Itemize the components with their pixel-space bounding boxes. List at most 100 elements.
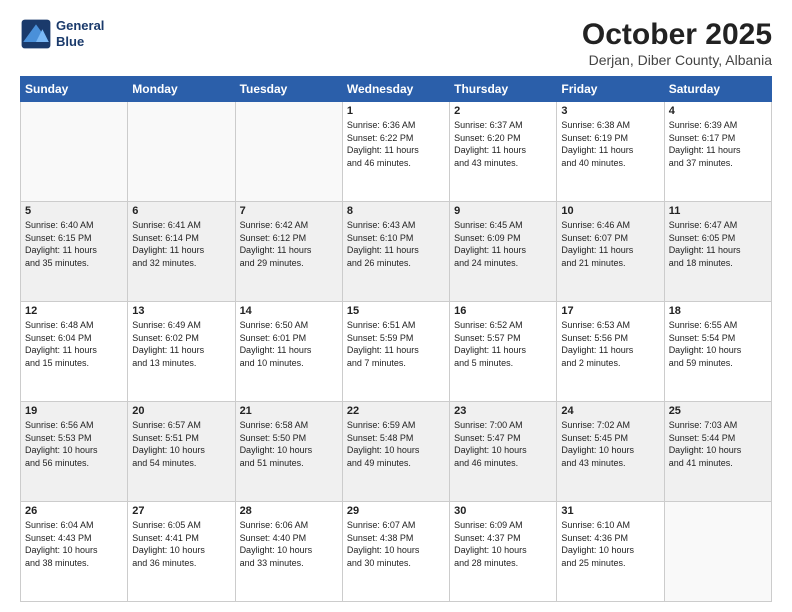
weekday-header-tuesday: Tuesday xyxy=(235,77,342,102)
day-number: 16 xyxy=(454,305,552,317)
calendar-cell xyxy=(235,102,342,202)
day-number: 31 xyxy=(561,505,659,517)
day-number: 26 xyxy=(25,505,123,517)
day-number: 28 xyxy=(240,505,338,517)
day-info: Sunrise: 6:45 AM Sunset: 6:09 PM Dayligh… xyxy=(454,219,552,269)
day-number: 10 xyxy=(561,205,659,217)
day-info: Sunrise: 6:47 AM Sunset: 6:05 PM Dayligh… xyxy=(669,219,767,269)
day-info: Sunrise: 7:03 AM Sunset: 5:44 PM Dayligh… xyxy=(669,419,767,469)
day-info: Sunrise: 6:10 AM Sunset: 4:36 PM Dayligh… xyxy=(561,519,659,569)
day-info: Sunrise: 6:49 AM Sunset: 6:02 PM Dayligh… xyxy=(132,319,230,369)
day-info: Sunrise: 6:40 AM Sunset: 6:15 PM Dayligh… xyxy=(25,219,123,269)
calendar-cell xyxy=(21,102,128,202)
day-info: Sunrise: 6:50 AM Sunset: 6:01 PM Dayligh… xyxy=(240,319,338,369)
day-number: 23 xyxy=(454,405,552,417)
day-info: Sunrise: 6:59 AM Sunset: 5:48 PM Dayligh… xyxy=(347,419,445,469)
day-number: 18 xyxy=(669,305,767,317)
calendar-cell: 8 Sunrise: 6:43 AM Sunset: 6:10 PM Daylig… xyxy=(342,202,449,302)
month-title: October 2025 xyxy=(582,18,772,52)
weekday-header-thursday: Thursday xyxy=(450,77,557,102)
calendar-cell: 26Sunrise: 6:04 AM Sunset: 4:43 PM Dayli… xyxy=(21,502,128,602)
calendar-cell: 2Sunrise: 6:37 AM Sunset: 6:20 PM Daylig… xyxy=(450,102,557,202)
calendar-cell: 16Sunrise: 6:52 AM Sunset: 5:57 PM Dayli… xyxy=(450,302,557,402)
day-info: Sunrise: 6:55 AM Sunset: 5:54 PM Dayligh… xyxy=(669,319,767,369)
day-info: Sunrise: 6:07 AM Sunset: 4:38 PM Dayligh… xyxy=(347,519,445,569)
weekday-header-friday: Friday xyxy=(557,77,664,102)
day-number: 13 xyxy=(132,305,230,317)
calendar-week-row: 12 Sunrise: 6:48 AM Sunset: 6:04 PM Dayli… xyxy=(21,302,772,402)
day-number: 27 xyxy=(132,505,230,517)
calendar-cell: 27 Sunrise: 6:05 AM Sunset: 4:41 PM Dayli… xyxy=(128,502,235,602)
calendar-cell: 4 Sunrise: 6:39 AM Sunset: 6:17 PM Daylig… xyxy=(664,102,771,202)
day-info: Sunrise: 6:46 AM Sunset: 6:07 PM Dayligh… xyxy=(561,219,659,269)
day-number: 15 xyxy=(347,305,445,317)
calendar-table: SundayMondayTuesdayWednesdayThursdayFrid… xyxy=(20,76,772,602)
calendar-cell: 23 Sunrise: 7:00 AM Sunset: 5:47 PM Dayli… xyxy=(450,402,557,502)
calendar-cell: 25 Sunrise: 7:03 AM Sunset: 5:44 PM Dayli… xyxy=(664,402,771,502)
weekday-header-monday: Monday xyxy=(128,77,235,102)
day-info: Sunrise: 6:42 AM Sunset: 6:12 PM Dayligh… xyxy=(240,219,338,269)
calendar-cell: 15 Sunrise: 6:51 AM Sunset: 5:59 PM Dayli… xyxy=(342,302,449,402)
calendar-week-row: 19 Sunrise: 6:56 AM Sunset: 5:53 PM Dayli… xyxy=(21,402,772,502)
day-number: 8 xyxy=(347,205,445,217)
calendar-cell: 20 Sunrise: 6:57 AM Sunset: 5:51 PM Dayli… xyxy=(128,402,235,502)
weekday-header-wednesday: Wednesday xyxy=(342,77,449,102)
location-title: Derjan, Diber County, Albania xyxy=(582,52,772,68)
calendar-week-row: 26Sunrise: 6:04 AM Sunset: 4:43 PM Dayli… xyxy=(21,502,772,602)
day-info: Sunrise: 6:58 AM Sunset: 5:50 PM Dayligh… xyxy=(240,419,338,469)
calendar-cell: 6 Sunrise: 6:41 AM Sunset: 6:14 PM Daylig… xyxy=(128,202,235,302)
day-number: 9 xyxy=(454,205,552,217)
day-info: Sunrise: 6:41 AM Sunset: 6:14 PM Dayligh… xyxy=(132,219,230,269)
day-info: Sunrise: 6:48 AM Sunset: 6:04 PM Dayligh… xyxy=(25,319,123,369)
calendar-cell: 28Sunrise: 6:06 AM Sunset: 4:40 PM Dayli… xyxy=(235,502,342,602)
header: General Blue October 2025 Derjan, Diber … xyxy=(20,18,772,68)
calendar-cell: 1Sunrise: 6:36 AM Sunset: 6:22 PM Daylig… xyxy=(342,102,449,202)
day-number: 7 xyxy=(240,205,338,217)
day-info: Sunrise: 6:57 AM Sunset: 5:51 PM Dayligh… xyxy=(132,419,230,469)
day-info: Sunrise: 6:51 AM Sunset: 5:59 PM Dayligh… xyxy=(347,319,445,369)
day-info: Sunrise: 7:02 AM Sunset: 5:45 PM Dayligh… xyxy=(561,419,659,469)
day-info: Sunrise: 6:38 AM Sunset: 6:19 PM Dayligh… xyxy=(561,119,659,169)
day-number: 30 xyxy=(454,505,552,517)
day-info: Sunrise: 7:00 AM Sunset: 5:47 PM Dayligh… xyxy=(454,419,552,469)
day-number: 19 xyxy=(25,405,123,417)
day-number: 22 xyxy=(347,405,445,417)
day-info: Sunrise: 6:39 AM Sunset: 6:17 PM Dayligh… xyxy=(669,119,767,169)
calendar-cell: 14 Sunrise: 6:50 AM Sunset: 6:01 PM Dayli… xyxy=(235,302,342,402)
day-number: 1 xyxy=(347,105,445,117)
day-number: 20 xyxy=(132,405,230,417)
calendar-cell: 19 Sunrise: 6:56 AM Sunset: 5:53 PM Dayli… xyxy=(21,402,128,502)
calendar-cell: 31 Sunrise: 6:10 AM Sunset: 4:36 PM Dayli… xyxy=(557,502,664,602)
day-info: Sunrise: 6:56 AM Sunset: 5:53 PM Dayligh… xyxy=(25,419,123,469)
calendar-cell: 10 Sunrise: 6:46 AM Sunset: 6:07 PM Dayli… xyxy=(557,202,664,302)
weekday-header-row: SundayMondayTuesdayWednesdayThursdayFrid… xyxy=(21,77,772,102)
day-number: 24 xyxy=(561,405,659,417)
logo: General Blue xyxy=(20,18,104,50)
calendar-cell: 18 Sunrise: 6:55 AM Sunset: 5:54 PM Dayli… xyxy=(664,302,771,402)
calendar-cell: 24 Sunrise: 7:02 AM Sunset: 5:45 PM Dayli… xyxy=(557,402,664,502)
calendar-cell xyxy=(664,502,771,602)
calendar-cell: 13 Sunrise: 6:49 AM Sunset: 6:02 PM Dayli… xyxy=(128,302,235,402)
calendar-cell: 3 Sunrise: 6:38 AM Sunset: 6:19 PM Daylig… xyxy=(557,102,664,202)
day-number: 11 xyxy=(669,205,767,217)
day-number: 3 xyxy=(561,105,659,117)
day-info: Sunrise: 6:05 AM Sunset: 4:41 PM Dayligh… xyxy=(132,519,230,569)
day-info: Sunrise: 6:09 AM Sunset: 4:37 PM Dayligh… xyxy=(454,519,552,569)
day-number: 29 xyxy=(347,505,445,517)
day-info: Sunrise: 6:43 AM Sunset: 6:10 PM Dayligh… xyxy=(347,219,445,269)
logo-icon xyxy=(20,18,52,50)
calendar-cell: 5Sunrise: 6:40 AM Sunset: 6:15 PM Daylig… xyxy=(21,202,128,302)
title-block: October 2025 Derjan, Diber County, Alban… xyxy=(582,18,772,68)
day-number: 14 xyxy=(240,305,338,317)
calendar-cell: 9 Sunrise: 6:45 AM Sunset: 6:09 PM Daylig… xyxy=(450,202,557,302)
day-number: 25 xyxy=(669,405,767,417)
day-number: 6 xyxy=(132,205,230,217)
calendar-cell: 30 Sunrise: 6:09 AM Sunset: 4:37 PM Dayli… xyxy=(450,502,557,602)
day-number: 12 xyxy=(25,305,123,317)
weekday-header-sunday: Sunday xyxy=(21,77,128,102)
day-number: 21 xyxy=(240,405,338,417)
calendar-cell: 17Sunrise: 6:53 AM Sunset: 5:56 PM Dayli… xyxy=(557,302,664,402)
day-info: Sunrise: 6:53 AM Sunset: 5:56 PM Dayligh… xyxy=(561,319,659,369)
day-number: 4 xyxy=(669,105,767,117)
day-number: 2 xyxy=(454,105,552,117)
